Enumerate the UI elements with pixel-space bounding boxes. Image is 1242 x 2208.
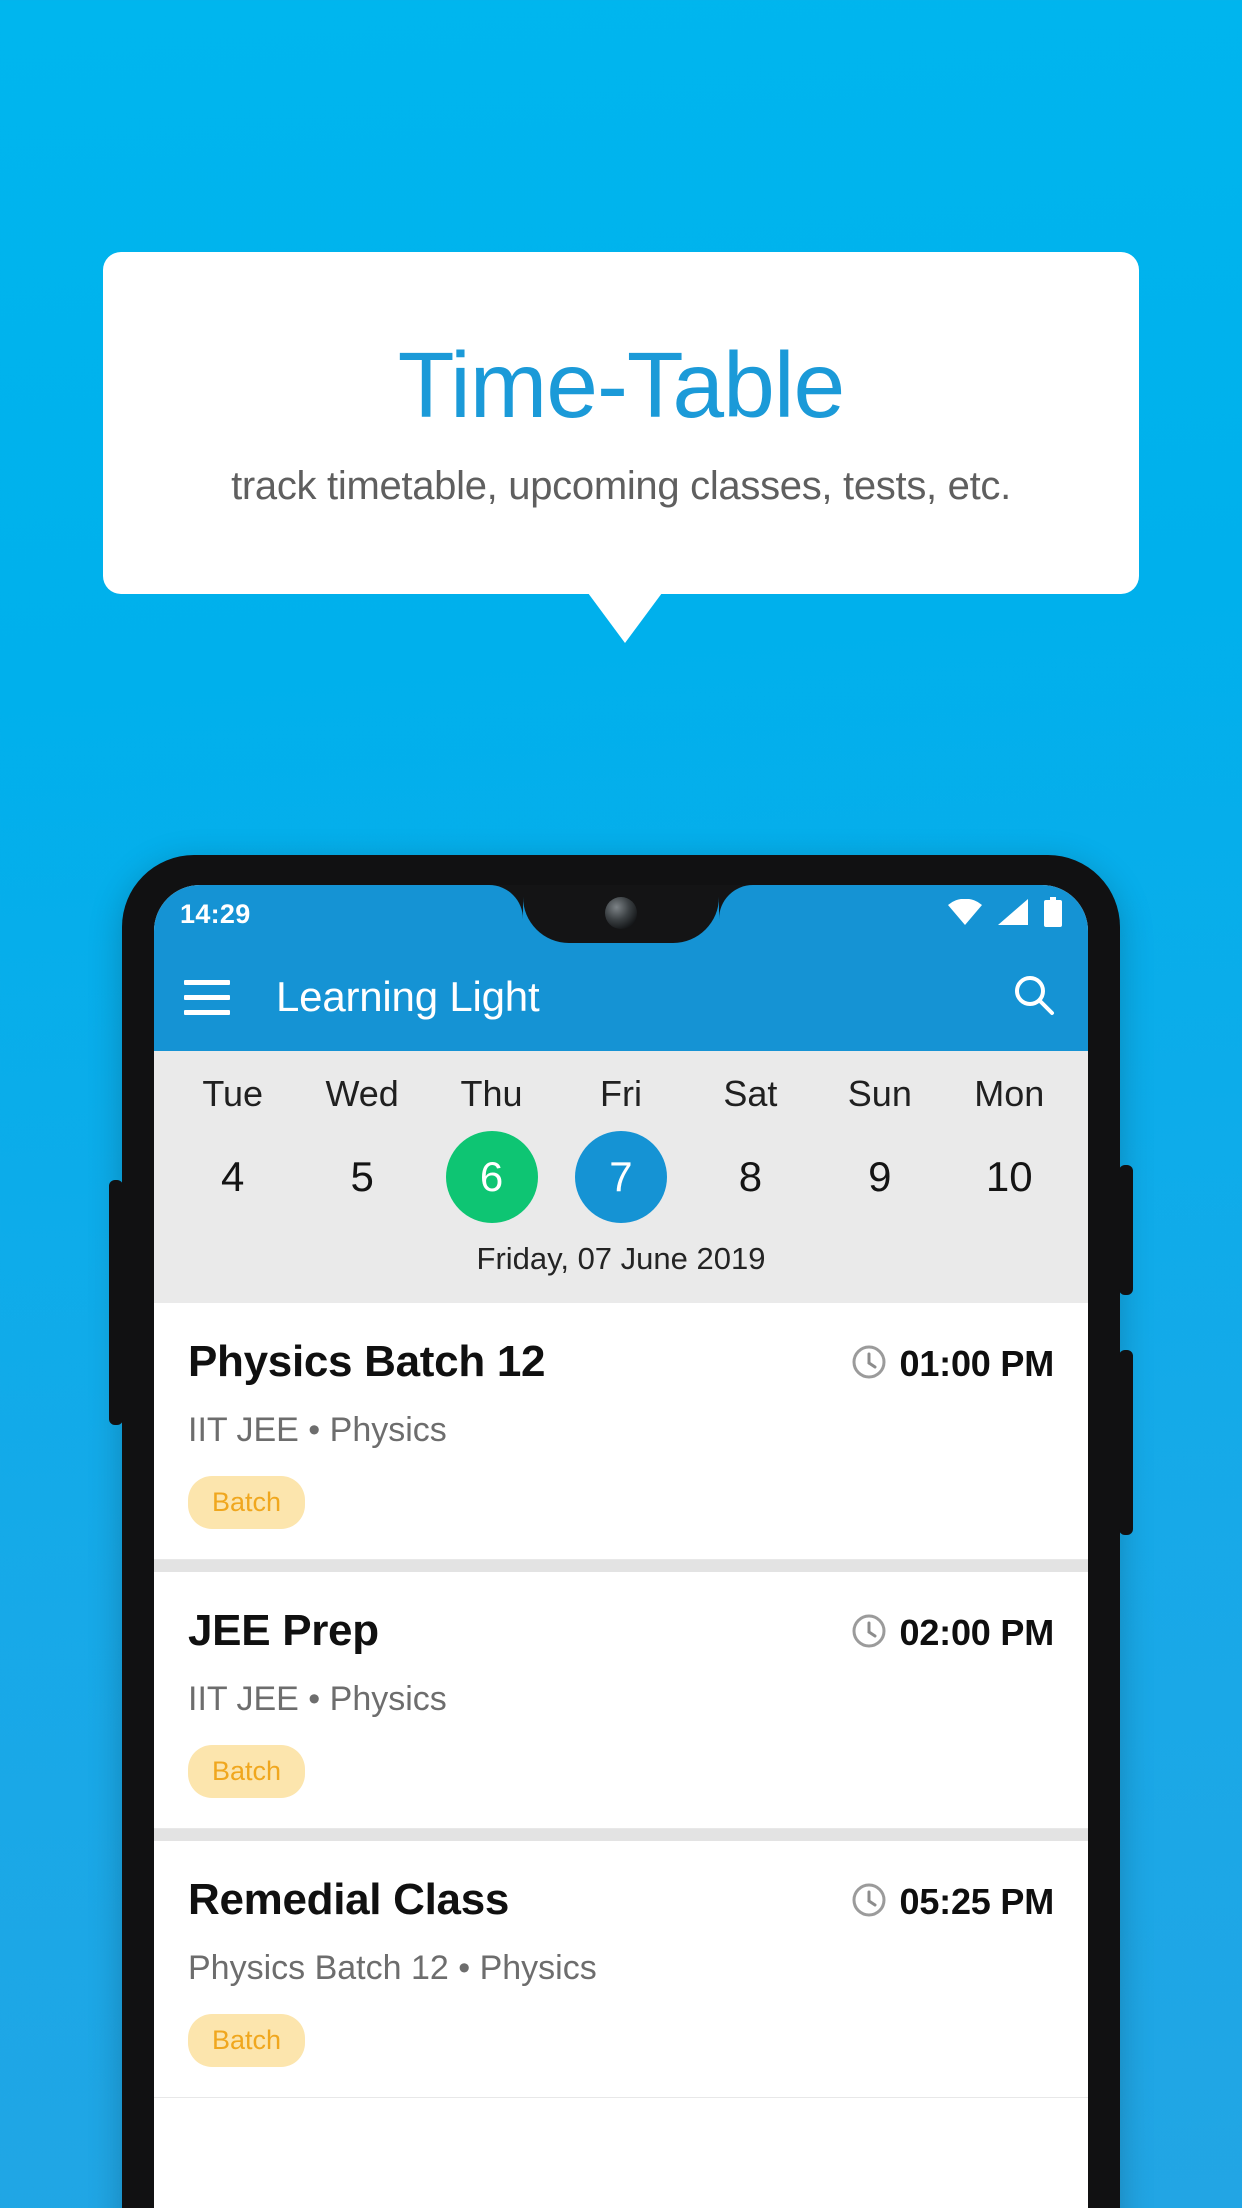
hamburger-menu-icon[interactable] [184, 979, 230, 1015]
list-item-time: 02:00 PM [851, 1606, 1054, 1654]
calendar-dayname[interactable]: Wed [297, 1067, 426, 1121]
notch-cut-left [489, 885, 523, 919]
status-badge: Batch [188, 1476, 306, 1529]
calendar-day-cell[interactable]: 10 [945, 1131, 1074, 1223]
calendar-day-number-today[interactable]: 6 [445, 1131, 538, 1223]
calendar-week-strip: Tue Wed Thu Fri Sat Sun Mon 4 5 6 7 8 9 … [154, 1051, 1088, 1303]
calendar-day-number[interactable]: 5 [316, 1131, 408, 1223]
list-item[interactable]: JEE Prep 02:00 PM IIT JEE • Physics Batc… [154, 1572, 1088, 1829]
calendar-daynumber-row: 4 5 6 7 8 9 10 [154, 1131, 1088, 1223]
list-item-subtitle: IIT JEE • Physics [188, 1680, 447, 1718]
assistant-button[interactable] [109, 1180, 123, 1425]
hamburger-line [184, 1009, 230, 1015]
list-item-time-text: 02:00 PM [899, 1612, 1055, 1653]
promo-callout: Time-Table track timetable, upcoming cla… [103, 252, 1139, 594]
calendar-day-cell[interactable]: 5 [297, 1131, 426, 1223]
calendar-day-cell[interactable]: 8 [686, 1131, 815, 1223]
calendar-day-cell[interactable]: 9 [815, 1131, 944, 1223]
status-bar: 14:29 [154, 885, 1088, 943]
calendar-day-number[interactable]: 4 [187, 1131, 279, 1223]
promo-subtitle: track timetable, upcoming classes, tests… [231, 464, 1011, 509]
schedule-list: Physics Batch 12 01:00 PM IIT JEE • Phys… [154, 1303, 1088, 2098]
list-item-title: JEE Prep [188, 1606, 379, 1655]
calendar-day-cell[interactable]: 7 [556, 1131, 685, 1223]
search-icon[interactable] [1010, 971, 1058, 1024]
selected-date-label: Friday, 07 June 2019 [476, 1241, 766, 1276]
status-badge: Batch [188, 2014, 306, 2067]
page-title: Time-Table [397, 332, 846, 437]
clock-icon [851, 1613, 887, 1654]
calendar-dayname[interactable]: Sun [815, 1067, 944, 1121]
list-item-title: Remedial Class [188, 1875, 510, 1924]
wifi-icon [948, 898, 982, 930]
clock-icon [851, 1344, 887, 1385]
hamburger-line [184, 994, 230, 1000]
list-item[interactable]: Remedial Class 05:25 PM Physics Batch 12… [154, 1841, 1088, 2098]
list-item[interactable]: Physics Batch 12 01:00 PM IIT JEE • Phys… [154, 1303, 1088, 1560]
list-item-time-text: 05:25 PM [899, 1881, 1055, 1922]
power-button[interactable] [1119, 1165, 1133, 1295]
list-item-header: JEE Prep 02:00 PM [188, 1606, 1054, 1656]
promo-callout-tail [588, 593, 662, 643]
list-item-time: 05:25 PM [851, 1875, 1054, 1923]
list-item-title: Physics Batch 12 [188, 1337, 546, 1386]
calendar-day-number-selected[interactable]: 7 [574, 1131, 667, 1223]
list-item-header: Physics Batch 12 01:00 PM [188, 1337, 1054, 1387]
status-bar-clock: 14:29 [180, 898, 251, 929]
phone-mockup: 14:29 Learning Light Tue Wed Thu Fri Sat… [109, 855, 1133, 2208]
calendar-dayname-row: Tue Wed Thu Fri Sat Sun Mon [154, 1067, 1088, 1121]
battery-icon [1044, 896, 1062, 932]
list-item-subtitle: IIT JEE • Physics [188, 1411, 447, 1449]
clock-icon [851, 1882, 887, 1923]
volume-button[interactable] [1119, 1350, 1133, 1535]
calendar-dayname[interactable]: Mon [945, 1067, 1074, 1121]
app-bar-title: Learning Light [276, 973, 540, 1020]
calendar-day-number[interactable]: 10 [963, 1131, 1055, 1223]
calendar-dayname[interactable]: Thu [427, 1067, 556, 1121]
notch-cut-right [719, 885, 753, 919]
calendar-day-number[interactable]: 8 [704, 1131, 796, 1223]
status-bar-icons [948, 896, 1062, 932]
signal-icon [998, 898, 1028, 930]
hamburger-line [184, 979, 230, 985]
calendar-dayname[interactable]: Fri [556, 1067, 685, 1121]
calendar-day-cell[interactable]: 4 [168, 1131, 297, 1223]
list-item-header: Remedial Class 05:25 PM [188, 1875, 1054, 1925]
calendar-day-number[interactable]: 9 [834, 1131, 926, 1223]
calendar-day-cell[interactable]: 6 [427, 1131, 556, 1223]
calendar-dayname[interactable]: Sat [686, 1067, 815, 1121]
phone-screen: 14:29 Learning Light Tue Wed Thu Fri Sat… [154, 885, 1088, 2208]
app-bar: Learning Light [154, 943, 1088, 1051]
status-badge: Batch [188, 1745, 306, 1798]
list-item-time: 01:00 PM [851, 1337, 1054, 1385]
list-item-time-text: 01:00 PM [899, 1343, 1055, 1384]
front-camera [605, 897, 637, 929]
calendar-dayname[interactable]: Tue [168, 1067, 297, 1121]
list-item-subtitle: Physics Batch 12 • Physics [188, 1949, 597, 1987]
